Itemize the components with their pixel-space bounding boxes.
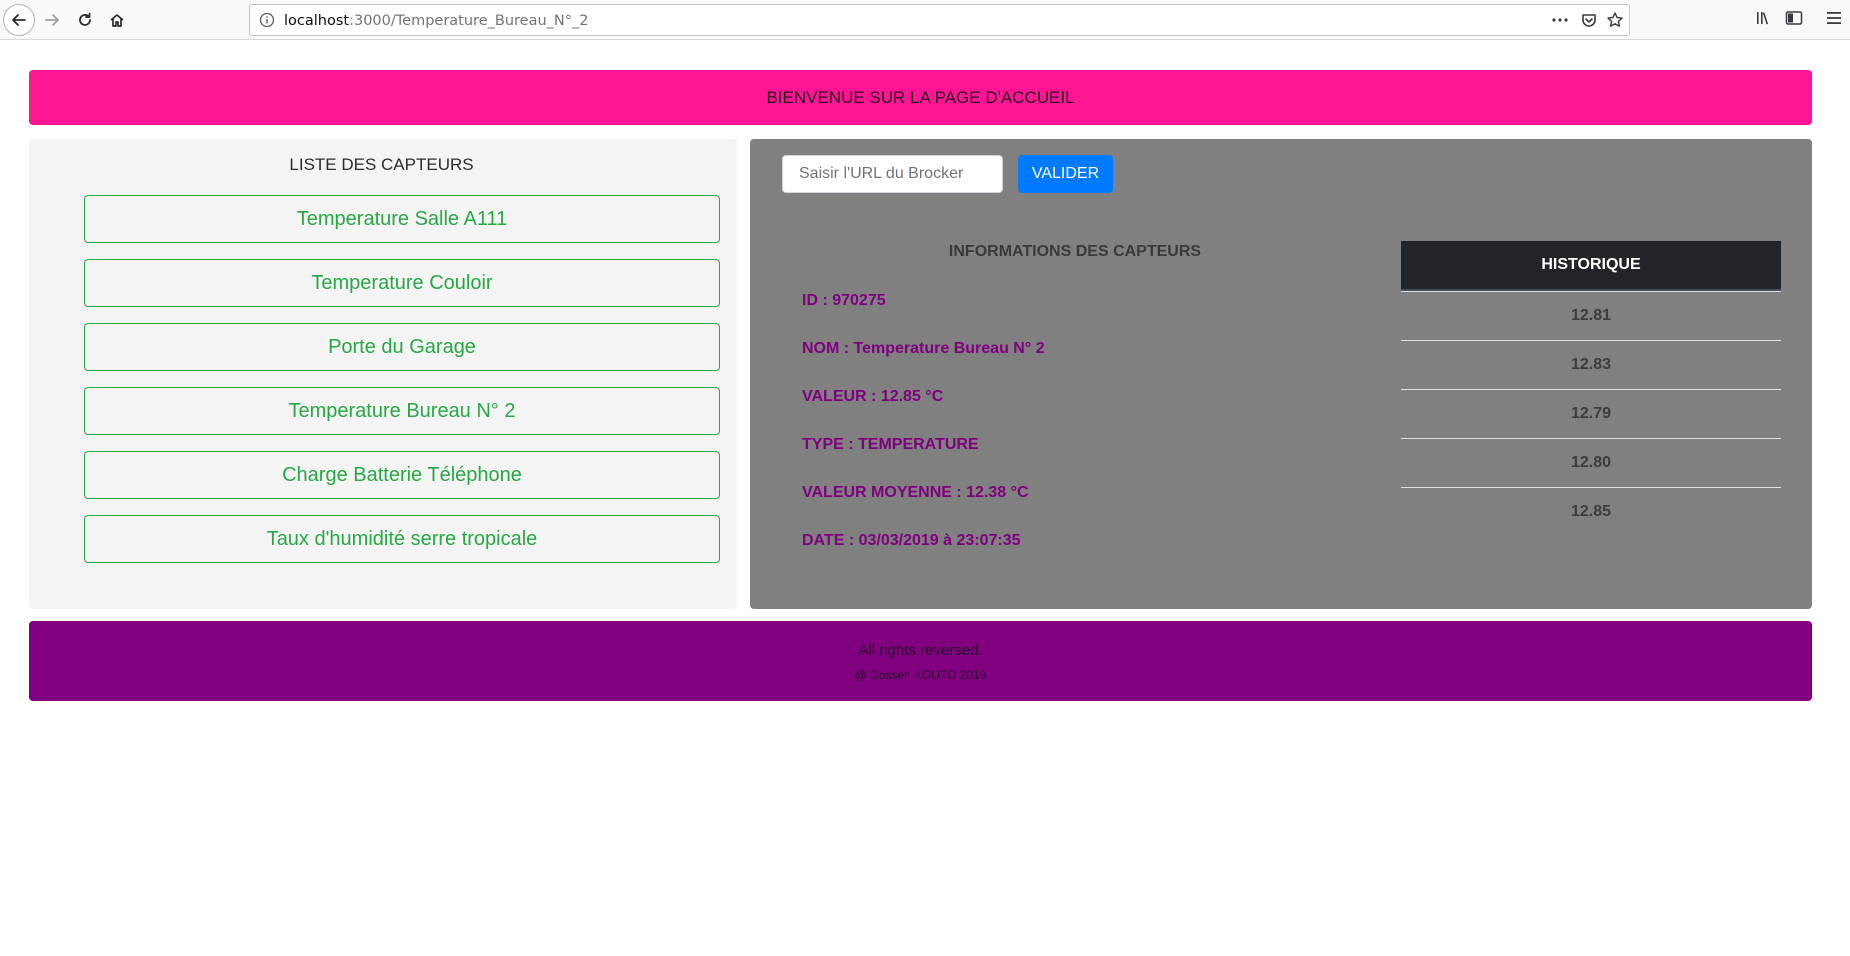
url-bar[interactable]: localhost:3000/Temperature_Bureau_N°_2 <box>249 4 1630 36</box>
sensor-button-charge-batterie[interactable]: Charge Batterie Téléphone <box>84 451 720 499</box>
history-row: 12.80 <box>1401 438 1781 487</box>
validate-button[interactable]: VALIDER <box>1018 155 1113 193</box>
history-row: 12.85 <box>1401 487 1781 536</box>
sensor-button-taux-humidite[interactable]: Taux d'humidité serre tropicale <box>84 515 720 563</box>
footer-copyright-text: @ Dosseh KOUTO 2019 <box>854 668 987 682</box>
browser-toolbar: localhost:3000/Temperature_Bureau_N°_2 <box>0 0 1850 40</box>
library-icon[interactable] <box>1754 8 1774 33</box>
sensor-button-temperature-couloir[interactable]: Temperature Couloir <box>84 259 720 307</box>
pocket-icon[interactable] <box>1580 11 1598 34</box>
sensor-button-temperature-salle-a111[interactable]: Temperature Salle A111 <box>84 195 720 243</box>
history-table: HISTORIQUE 12.81 12.83 12.79 12.80 12.85 <box>1401 241 1781 536</box>
footer-rights-text: All rights reversed. <box>858 642 983 659</box>
sensor-button-temperature-bureau-2[interactable]: Temperature Bureau N° 2 <box>84 387 720 435</box>
sensor-button-porte-du-garage[interactable]: Porte du Garage <box>84 323 720 371</box>
sensor-date: DATE : 03/03/2019 à 23:07:35 <box>802 532 1021 549</box>
sensor-id: ID : 970275 <box>802 292 886 309</box>
bookmark-star-icon[interactable] <box>1606 11 1624 34</box>
url-text: localhost:3000/Temperature_Bureau_N°_2 <box>284 13 589 29</box>
reload-icon[interactable] <box>69 4 101 36</box>
sensor-name: NOM : Temperature Bureau N° 2 <box>802 340 1045 357</box>
sensor-list-title: LISTE DES CAPTEURS <box>289 155 474 174</box>
history-row: 12.83 <box>1401 340 1781 389</box>
sensor-value: VALEUR : 12.85 °C <box>802 388 944 405</box>
menu-icon[interactable] <box>1824 8 1844 33</box>
page-footer: All rights reversed. @ Dosseh KOUTO 2019 <box>29 621 1812 701</box>
info-icon[interactable] <box>259 12 275 33</box>
history-row: 12.79 <box>1401 389 1781 438</box>
sensor-type: TYPE : TEMPERATURE <box>802 436 979 453</box>
welcome-text: BIENVENUE SUR LA PAGE D'ACCUEIL <box>766 87 1075 107</box>
sensor-info-title: INFORMATIONS DES CAPTEURS <box>948 243 1202 260</box>
back-arrow-icon[interactable] <box>3 4 35 36</box>
sensor-average-value: VALEUR MOYENNE : 12.38 °C <box>802 484 1029 501</box>
history-row: 12.81 <box>1401 291 1781 340</box>
sidebar-icon[interactable] <box>1784 8 1804 33</box>
broker-url-input[interactable] <box>782 155 1003 193</box>
sensor-detail-panel: VALIDER INFORMATIONS DES CAPTEURS ID : 9… <box>750 139 1812 609</box>
sensor-list-panel: LISTE DES CAPTEURS Temperature Salle A11… <box>29 139 737 609</box>
welcome-banner: BIENVENUE SUR LA PAGE D'ACCUEIL <box>29 70 1812 125</box>
home-icon[interactable] <box>101 4 133 36</box>
history-header: HISTORIQUE <box>1401 241 1781 291</box>
more-icon[interactable] <box>1550 11 1570 34</box>
forward-arrow-icon[interactable] <box>36 4 68 36</box>
